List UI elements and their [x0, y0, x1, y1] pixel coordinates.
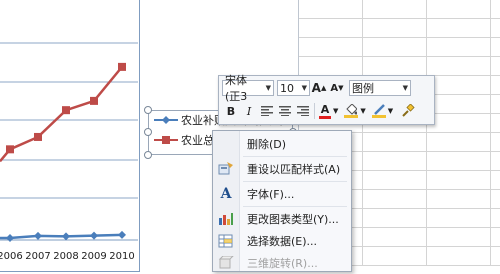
- menu-item-3d-rotation: 三维旋转(R)...: [213, 252, 351, 274]
- 3d-rotation-icon: [213, 256, 239, 270]
- align-left-button[interactable]: [258, 102, 276, 120]
- font-color-swatch: [319, 115, 331, 119]
- data-point[interactable]: [90, 96, 98, 105]
- fill-color-button[interactable]: [342, 102, 360, 120]
- reset-style-icon: [213, 162, 239, 176]
- chevron-down-icon[interactable]: ▼: [360, 107, 365, 115]
- font-size-dropdown[interactable]: 10 ▼: [277, 80, 310, 96]
- align-right-icon: [297, 106, 309, 116]
- menu-item-reset-style[interactable]: 重设以匹配样式(A): [213, 158, 351, 180]
- data-point[interactable]: [34, 231, 42, 240]
- x-tick-label: 2007: [25, 251, 50, 262]
- toolbar-separator: [314, 103, 315, 119]
- align-center-icon: [279, 106, 291, 116]
- align-right-button[interactable]: [294, 102, 312, 120]
- data-point[interactable]: [62, 106, 70, 115]
- chevron-down-icon: ▼: [301, 84, 307, 92]
- bold-button[interactable]: B: [222, 102, 240, 120]
- chevron-down-icon[interactable]: ▼: [388, 107, 393, 115]
- data-point[interactable]: [62, 232, 70, 241]
- x-tick-label: 2010: [109, 251, 134, 262]
- data-point[interactable]: [6, 233, 14, 242]
- resize-handle-left[interactable]: [144, 128, 152, 136]
- menu-item-select-data[interactable]: 选择数据(E)...: [213, 230, 351, 252]
- menu-divider: [243, 156, 347, 157]
- x-tick-label: 2008: [53, 251, 78, 262]
- outline-color-button[interactable]: [370, 102, 388, 120]
- paint-bucket-icon: [346, 104, 358, 115]
- chart-element-dropdown[interactable]: 图例 ▼: [349, 80, 411, 96]
- menu-divider: [243, 206, 347, 207]
- resize-handle-top-left[interactable]: [144, 106, 152, 114]
- menu-divider: [243, 181, 347, 182]
- data-point[interactable]: [118, 230, 126, 239]
- outline-color-swatch: [371, 115, 386, 118]
- menu-item-delete[interactable]: 删除(D): [213, 133, 351, 155]
- series-line[interactable]: [0, 66, 123, 163]
- chevron-down-icon[interactable]: ▼: [333, 107, 338, 115]
- data-point[interactable]: [90, 231, 98, 240]
- series-line[interactable]: [0, 233, 123, 240]
- brush-icon: [402, 104, 415, 117]
- grow-font-button[interactable]: A ▲: [310, 79, 328, 97]
- mini-format-toolbar: 宋体 (正3 ▼ 10 ▼ A ▲ A ▼ 图例 ▼ B I A ▼ ▼ ▼: [218, 74, 435, 125]
- square-icon: [154, 136, 178, 144]
- select-data-icon: [213, 234, 239, 248]
- menu-item-change-chart-type[interactable]: 更改图表类型(Y)...: [213, 208, 351, 230]
- align-left-icon: [261, 106, 273, 116]
- data-point[interactable]: [6, 145, 14, 154]
- chevron-down-icon: ▼: [402, 84, 408, 92]
- font-color-button[interactable]: A: [317, 102, 333, 120]
- fill-color-swatch: [344, 115, 359, 118]
- menu-item-font[interactable]: A 字体(F)...: [213, 183, 351, 205]
- italic-button[interactable]: I: [240, 102, 258, 120]
- x-tick-label: 2006: [0, 251, 23, 262]
- chevron-down-icon: ▼: [265, 84, 271, 92]
- x-tick-label: 2009: [81, 251, 106, 262]
- pen-icon: [373, 104, 385, 115]
- chart-type-icon: [213, 212, 239, 226]
- line-chart[interactable]: 2006 2007 2008 2009 2010: [0, 0, 140, 266]
- align-center-button[interactable]: [276, 102, 294, 120]
- data-point[interactable]: [118, 62, 126, 71]
- data-point[interactable]: [34, 132, 42, 141]
- font-name-dropdown[interactable]: 宋体 (正3 ▼: [222, 74, 274, 103]
- resize-handle-bottom-left[interactable]: [144, 151, 152, 159]
- diamond-icon: [154, 116, 178, 124]
- shrink-font-button[interactable]: A ▼: [328, 79, 346, 97]
- format-painter-button[interactable]: [399, 102, 417, 120]
- font-icon: A: [220, 186, 232, 202]
- context-menu: 删除(D) 重设以匹配样式(A) A 字体(F)... 更改图表类型(Y)...…: [212, 130, 352, 272]
